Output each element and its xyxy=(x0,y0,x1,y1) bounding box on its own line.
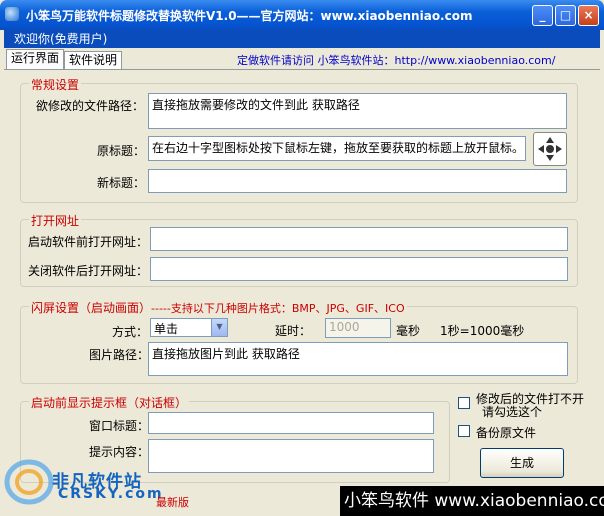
open-url-group-title: 打开网址 xyxy=(29,212,82,229)
content-label: 提示内容： xyxy=(89,445,150,459)
orig-title-input[interactable]: 在右边十字型图标处按下鼠标左键，拖放至要获取的标题上放开鼠标。 xyxy=(148,136,526,161)
file-path-input[interactable]: 直接拖放需要修改的文件到此 获取路径 xyxy=(148,93,567,129)
prompt-group-title: 启动前显示提示框（对话框） xyxy=(29,394,190,411)
path-label: 欲修改的文件路径： xyxy=(36,99,145,113)
mode-label: 方式： xyxy=(112,325,149,339)
tab-help[interactable]: 软件说明 xyxy=(64,51,123,70)
crsky-logo-icon xyxy=(4,459,54,505)
untouched-checkbox[interactable] xyxy=(458,397,470,409)
window-title-input[interactable] xyxy=(148,412,434,434)
welcome-bar: 欢迎你(免费用户) xyxy=(4,30,600,48)
mode-select-value: 单击 xyxy=(154,322,179,336)
delay-input[interactable]: 1000 xyxy=(325,318,391,338)
watermark-sub: CRSKY.com xyxy=(58,486,164,502)
delay-note: 1秒=1000毫秒 xyxy=(440,324,525,338)
splash-title: 闪屏设置（启动画面） xyxy=(31,301,152,315)
maximize-button[interactable]: □ xyxy=(555,5,576,26)
orig-title-label: 原标题： xyxy=(97,144,146,158)
image-path-label: 图片路径： xyxy=(89,348,150,362)
general-group-title: 常规设置 xyxy=(29,76,82,93)
window-title-label: 窗口标题： xyxy=(89,419,150,433)
before-url-input[interactable] xyxy=(150,227,568,251)
content-input[interactable] xyxy=(148,439,434,473)
splash-formats: -----支持以下几种图片格式：BMP、JPG、GIF、ICO xyxy=(151,302,405,315)
footer-banner: 小笨鸟软件 www.xiaobenniao.com xyxy=(340,486,604,516)
crosshair-icon xyxy=(538,137,562,161)
untouched-checkbox-line2: 请勾选这个 xyxy=(482,405,543,419)
generate-button[interactable]: 生成 xyxy=(480,448,564,478)
close-button[interactable]: × xyxy=(578,5,599,26)
tab-run[interactable]: 运行界面 xyxy=(6,49,65,70)
new-title-label: 新标题： xyxy=(97,176,146,190)
minimize-button[interactable]: _ xyxy=(532,5,553,26)
mode-select[interactable]: 单击 ▼ xyxy=(150,318,228,337)
after-url-label: 关闭软件后打开网址： xyxy=(28,264,149,278)
backup-checkbox[interactable] xyxy=(458,425,470,437)
app-icon xyxy=(5,7,19,21)
image-path-input[interactable]: 直接拖放图片到此 获取路径 xyxy=(148,342,568,376)
window-title: 小笨鸟万能软件标题修改替换软件V1.0——官方网站：www.xiaobennia… xyxy=(26,9,473,23)
title-bar: 小笨鸟万能软件标题修改替换软件V1.0——官方网站：www.xiaobennia… xyxy=(0,0,604,30)
backup-checkbox-label: 备份原文件 xyxy=(476,426,537,440)
chevron-down-icon: ▼ xyxy=(211,319,227,336)
delay-unit: 毫秒 xyxy=(396,324,421,338)
after-url-input[interactable] xyxy=(150,257,568,281)
splash-group-title: 闪屏设置（启动画面）-----支持以下几种图片格式：BMP、JPG、GIF、IC… xyxy=(29,299,407,316)
crosshair-picker-button[interactable] xyxy=(533,132,567,166)
site-link[interactable]: 定做软件请访问 小笨鸟软件站：http://www.xiaobenniao.co… xyxy=(237,52,555,68)
before-url-label: 启动软件前打开网址： xyxy=(28,235,149,249)
new-title-input[interactable] xyxy=(148,169,567,193)
delay-label: 延时： xyxy=(275,324,312,338)
watermark-red: 最新版 xyxy=(156,496,189,509)
